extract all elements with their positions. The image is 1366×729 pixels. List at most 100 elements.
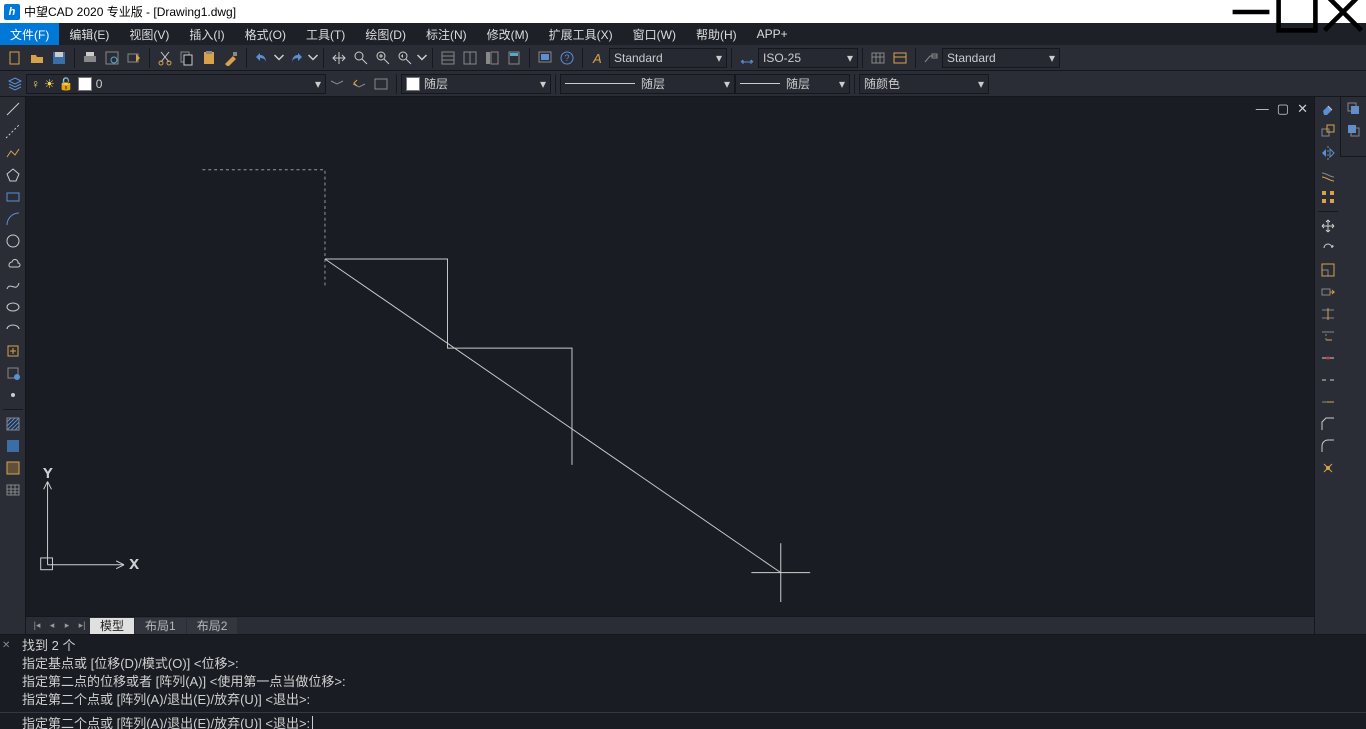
- redo-icon[interactable]: [285, 47, 307, 69]
- tab-last-icon[interactable]: ▸|: [75, 619, 89, 633]
- erase-icon[interactable]: [1317, 99, 1339, 119]
- offset-icon[interactable]: [1317, 165, 1339, 185]
- menu-extend[interactable]: 扩展工具(X): [539, 23, 623, 45]
- linetype-combo[interactable]: 随层▾: [560, 74, 735, 94]
- menu-app[interactable]: APP+: [747, 23, 798, 45]
- cut-icon[interactable]: [154, 47, 176, 69]
- menu-insert[interactable]: 插入(I): [179, 23, 234, 45]
- mleaderstyle-icon[interactable]: [920, 47, 942, 69]
- trim-icon[interactable]: [1317, 304, 1339, 324]
- chamfer-icon[interactable]: [1317, 414, 1339, 434]
- fillet-icon[interactable]: [1317, 436, 1339, 456]
- join-icon[interactable]: [1317, 392, 1339, 412]
- tablestyle-manage-icon[interactable]: [889, 47, 911, 69]
- hatch-icon[interactable]: [2, 414, 24, 434]
- maximize-button[interactable]: [1274, 0, 1320, 23]
- tab-model[interactable]: 模型: [90, 618, 134, 634]
- menu-view[interactable]: 视图(V): [119, 23, 179, 45]
- tool-palettes-icon[interactable]: [481, 47, 503, 69]
- polyline-icon[interactable]: [2, 143, 24, 163]
- tab-layout1[interactable]: 布局1: [135, 618, 186, 634]
- layer-iso-icon[interactable]: [326, 73, 348, 95]
- line-icon[interactable]: [2, 99, 24, 119]
- mirror-icon[interactable]: [1317, 143, 1339, 163]
- cmdlog-close-icon[interactable]: ✕: [2, 637, 10, 655]
- tab-layout2[interactable]: 布局2: [187, 618, 238, 634]
- table-icon[interactable]: [2, 480, 24, 500]
- menu-modify[interactable]: 修改(M): [477, 23, 539, 45]
- layer-manager-icon[interactable]: [4, 73, 26, 95]
- dimstyle-icon[interactable]: [736, 47, 758, 69]
- arc-icon[interactable]: [2, 209, 24, 229]
- paste-icon[interactable]: [198, 47, 220, 69]
- xline-icon[interactable]: [2, 121, 24, 141]
- menu-dimension[interactable]: 标注(N): [416, 23, 477, 45]
- move-icon[interactable]: [1317, 216, 1339, 236]
- extend-icon[interactable]: [1317, 326, 1339, 346]
- menu-window[interactable]: 窗口(W): [623, 23, 686, 45]
- region-icon[interactable]: [2, 458, 24, 478]
- save-icon[interactable]: [48, 47, 70, 69]
- publish-icon[interactable]: [123, 47, 145, 69]
- layer-combo[interactable]: ♀ ☀ 🔓 0 ▾: [26, 74, 326, 94]
- tab-first-icon[interactable]: |◂: [30, 619, 44, 633]
- minimize-button[interactable]: [1228, 0, 1274, 23]
- menu-format[interactable]: 格式(O): [235, 23, 296, 45]
- zoom-realtime-icon[interactable]: [350, 47, 372, 69]
- plotstyle-combo[interactable]: 随颜色▾: [859, 74, 989, 94]
- textstyle-combo[interactable]: Standard▾: [609, 48, 727, 68]
- break-point-icon[interactable]: [1317, 348, 1339, 368]
- new-icon[interactable]: [4, 47, 26, 69]
- calculator-icon[interactable]: [503, 47, 525, 69]
- design-center-icon[interactable]: [459, 47, 481, 69]
- mleaderstyle-combo[interactable]: Standard▾: [942, 48, 1060, 68]
- tab-next-icon[interactable]: ▸: [60, 619, 74, 633]
- menu-edit[interactable]: 编辑(E): [59, 23, 119, 45]
- explode-icon[interactable]: [1317, 458, 1339, 478]
- polygon-icon[interactable]: [2, 165, 24, 185]
- zoom-window-icon[interactable]: [372, 47, 394, 69]
- properties-icon[interactable]: [437, 47, 459, 69]
- dimstyle-combo[interactable]: ISO-25▾: [758, 48, 858, 68]
- menu-draw[interactable]: 绘图(D): [355, 23, 416, 45]
- zoom-dropdown-icon[interactable]: [416, 47, 428, 69]
- tablestyle-icon[interactable]: [867, 47, 889, 69]
- block-make-icon[interactable]: [2, 363, 24, 383]
- print-icon[interactable]: [79, 47, 101, 69]
- revcloud-icon[interactable]: [2, 253, 24, 273]
- open-icon[interactable]: [26, 47, 48, 69]
- help-icon[interactable]: ?: [556, 47, 578, 69]
- tab-prev-icon[interactable]: ◂: [45, 619, 59, 633]
- redo-dropdown-icon[interactable]: [307, 47, 319, 69]
- scale-icon[interactable]: [1317, 260, 1339, 280]
- print-preview-icon[interactable]: [101, 47, 123, 69]
- undo-dropdown-icon[interactable]: [273, 47, 285, 69]
- lineweight-combo[interactable]: 随层▾: [735, 74, 850, 94]
- menu-file[interactable]: 文件(F): [0, 23, 59, 45]
- cleanscreen-icon[interactable]: [534, 47, 556, 69]
- rectangle-icon[interactable]: [2, 187, 24, 207]
- spline-icon[interactable]: [2, 275, 24, 295]
- array-icon[interactable]: [1317, 187, 1339, 207]
- textstyle-icon[interactable]: A: [587, 47, 609, 69]
- bring-front-icon[interactable]: [1343, 99, 1365, 119]
- command-history[interactable]: ✕ 找到 2 个 指定基点或 [位移(D)/模式(O)] <位移>: 指定第二点…: [0, 634, 1366, 712]
- close-button[interactable]: [1320, 0, 1366, 23]
- break-icon[interactable]: [1317, 370, 1339, 390]
- zoom-previous-icon[interactable]: [394, 47, 416, 69]
- copy-icon[interactable]: [176, 47, 198, 69]
- rotate-icon[interactable]: [1317, 238, 1339, 258]
- block-insert-icon[interactable]: [2, 341, 24, 361]
- drawing-canvas[interactable]: Y X: [26, 97, 1314, 616]
- menu-tools[interactable]: 工具(T): [296, 23, 355, 45]
- ellipsearc-icon[interactable]: [2, 319, 24, 339]
- send-back-icon[interactable]: [1343, 121, 1365, 141]
- color-combo[interactable]: 随层▾: [401, 74, 551, 94]
- menu-help[interactable]: 帮助(H): [686, 23, 747, 45]
- layer-prev-icon[interactable]: [348, 73, 370, 95]
- undo-icon[interactable]: [251, 47, 273, 69]
- copy-obj-icon[interactable]: [1317, 121, 1339, 141]
- circle-icon[interactable]: [2, 231, 24, 251]
- command-input[interactable]: 指定第二个点或 [阵列(A)/退出(E)/放弃(U)] <退出>:: [0, 712, 1366, 729]
- layer-state-icon[interactable]: [370, 73, 392, 95]
